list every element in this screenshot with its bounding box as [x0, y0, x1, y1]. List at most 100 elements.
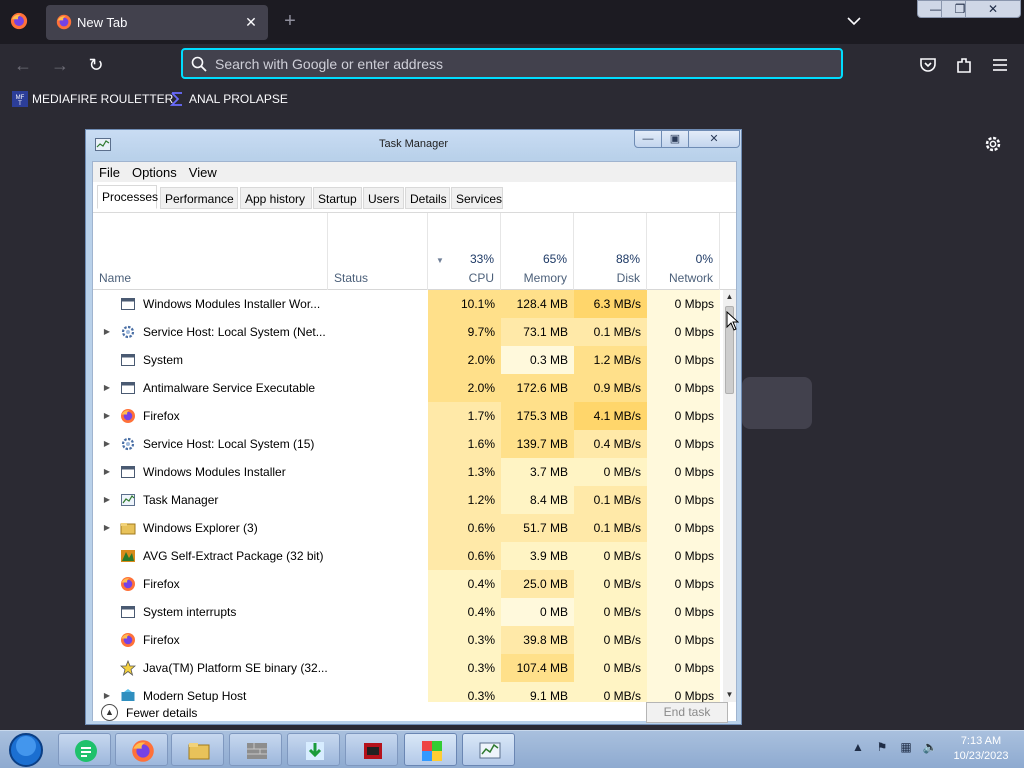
expand-chevron-icon[interactable]: ▶ — [101, 430, 113, 458]
table-row[interactable]: AVG Self-Extract Package (32 bit) 0.6% 3.9… — [93, 542, 723, 570]
taskbar-app-sheets[interactable] — [58, 733, 111, 766]
show-hidden-icons-icon[interactable]: ▲ — [850, 739, 866, 755]
memory-value: 3.7 MB — [501, 458, 574, 486]
expand-chevron-icon[interactable]: ▶ — [101, 458, 113, 486]
tab-startup[interactable]: Startup — [313, 187, 362, 209]
taskbar-app-file-explorer[interactable] — [171, 733, 224, 766]
expand-chevron-icon[interactable]: ▶ — [101, 514, 113, 542]
volume-icon[interactable]: 🔈 — [922, 739, 938, 755]
row-spacer — [101, 654, 113, 682]
taskmanager-icon — [479, 742, 501, 759]
forward-button[interactable]: → — [49, 54, 71, 76]
end-task-button[interactable]: End task — [646, 702, 728, 723]
table-row[interactable]: ▶ Antimalware Service Executable 2.0% 172.6… — [93, 374, 723, 402]
process-name: Antimalware Service Executable — [143, 381, 316, 395]
table-row[interactable]: Firefox 0.3% 39.8 MB 0 MB/s 0 Mbps — [93, 626, 723, 654]
tab-performance[interactable]: Performance — [160, 187, 238, 209]
expand-chevron-icon[interactable]: ▶ — [101, 682, 113, 702]
fewer-details-button[interactable]: ▲ Fewer details — [101, 704, 197, 721]
url-bar[interactable] — [181, 48, 843, 79]
firefox-icon[interactable] — [10, 12, 28, 30]
gear-icon[interactable] — [983, 134, 1003, 154]
table-row[interactable]: Firefox 0.4% 25.0 MB 0 MB/s 0 Mbps — [93, 570, 723, 598]
column-header-name[interactable]: Name — [93, 213, 328, 290]
column-header-cpu[interactable]: ▼ 33% CPU — [428, 213, 501, 290]
table-row[interactable]: Windows Modules Installer Wor... 10.1% 128… — [93, 290, 723, 318]
task-manager-titlebar[interactable]: Task Manager — ▣ ✕ — [86, 130, 741, 158]
process-rows: Windows Modules Installer Wor... 10.1% 128… — [93, 290, 723, 702]
network-value: 0 Mbps — [647, 570, 720, 598]
bookmark-anal-prolapse[interactable]: ANAL PROLAPSE — [169, 89, 288, 109]
tab-details[interactable]: Details — [405, 187, 450, 209]
taskbar-app-brick[interactable] — [229, 733, 282, 766]
table-row[interactable]: ▶ Modern Setup Host 0.3% 9.1 MB 0 MB/s 0 Mbps — [93, 682, 723, 702]
column-header-disk[interactable]: 88% Disk — [574, 213, 647, 290]
column-label: Name — [99, 271, 132, 285]
network-icon[interactable]: ▦ — [898, 739, 914, 755]
column-header-network[interactable]: 0% Network — [647, 213, 720, 290]
folder-icon — [120, 523, 136, 535]
taskbar-app-game[interactable] — [345, 733, 398, 766]
disk-value: 0.4 MB/s — [574, 430, 647, 458]
svg-text:T: T — [18, 101, 22, 107]
network-value: 0 Mbps — [647, 654, 720, 682]
system-clock[interactable]: 7:13 AM 10/23/2023 — [944, 734, 1018, 764]
taskbar-app-colorful[interactable] — [404, 733, 457, 766]
pocket-icon[interactable] — [917, 54, 939, 76]
table-row[interactable]: System 2.0% 0.3 MB 1.2 MB/s 0 Mbps — [93, 346, 723, 374]
tm-close-button[interactable]: ✕ — [688, 130, 740, 148]
extensions-icon[interactable] — [953, 54, 975, 76]
expand-chevron-icon[interactable]: ▶ — [101, 374, 113, 402]
column-header-memory[interactable]: 65% Memory — [501, 213, 574, 290]
menu-view[interactable]: View — [183, 162, 223, 182]
table-row[interactable]: Java(TM) Platform SE binary (32... 0.3% 10… — [93, 654, 723, 682]
start-button-icon[interactable] — [6, 732, 46, 768]
reload-button[interactable]: ↻ — [85, 54, 107, 76]
table-row[interactable]: System interrupts 0.4% 0 MB 0 MB/s 0 Mbps — [93, 598, 723, 626]
vertical-scrollbar[interactable]: ▲ ▼ — [723, 290, 736, 702]
java-icon — [120, 660, 136, 676]
table-row[interactable]: ▶ Service Host: Local System (15) 1.6% 139.… — [93, 430, 723, 458]
table-row[interactable]: ▶ Task Manager 1.2% 8.4 MB 0.1 MB/s 0 Mbps — [93, 486, 723, 514]
url-input[interactable] — [215, 55, 815, 73]
back-button[interactable]: ← — [12, 54, 34, 76]
menu-file[interactable]: File — [93, 162, 126, 182]
hamburger-menu-icon[interactable] — [989, 54, 1011, 76]
tab-users[interactable]: Users — [363, 187, 404, 209]
disk-value: 0 MB/s — [574, 654, 647, 682]
network-value: 0 Mbps — [647, 346, 720, 374]
taskbar: ▲ ⚑ ▦ 🔈 7:13 AM 10/23/2023 — [0, 730, 1024, 768]
column-header-status[interactable]: Status — [328, 213, 428, 290]
expand-chevron-icon[interactable]: ▶ — [101, 402, 113, 430]
action-center-flag-icon[interactable]: ⚑ — [874, 739, 890, 755]
bookmarks-toolbar: MF T MEDIAFIRE ROULETTER ANAL PROLAPSE — [0, 86, 1024, 112]
system-tray: ▲ ⚑ ▦ 🔈 — [850, 739, 938, 755]
tab-app-history[interactable]: App history — [240, 187, 312, 209]
table-row[interactable]: ▶ Windows Modules Installer 1.3% 3.7 MB 0 MB… — [93, 458, 723, 486]
tab-new-tab[interactable]: New Tab ✕ — [46, 5, 268, 40]
table-row[interactable]: ▶ Service Host: Local System (Net... 9.7% 7… — [93, 318, 723, 346]
tab-services[interactable]: Services — [451, 187, 503, 209]
new-tab-button[interactable]: + — [281, 11, 299, 31]
close-window-button[interactable]: ✕ — [965, 0, 1021, 18]
expand-chevron-icon[interactable]: ▶ — [101, 318, 113, 346]
close-tab-icon[interactable]: ✕ — [242, 13, 260, 31]
expand-chevron-icon[interactable]: ▶ — [101, 486, 113, 514]
table-row[interactable]: ▶ Firefox 1.7% 175.3 MB 4.1 MB/s 0 Mbps — [93, 402, 723, 430]
tm-maximize-button[interactable]: ▣ — [661, 130, 689, 148]
tm-minimize-button[interactable]: — — [634, 130, 662, 148]
tab-processes[interactable]: Processes — [97, 185, 158, 209]
window-icon — [121, 606, 135, 618]
disk-value: 0 MB/s — [574, 682, 647, 702]
shortcut-tile[interactable] — [742, 377, 812, 429]
taskbar-app-download[interactable] — [287, 733, 340, 766]
list-all-tabs-icon[interactable] — [845, 12, 863, 30]
scroll-up-icon[interactable]: ▲ — [723, 290, 736, 304]
scroll-down-icon[interactable]: ▼ — [723, 688, 736, 702]
menu-options[interactable]: Options — [126, 162, 183, 182]
taskbar-app-task-manager[interactable] — [462, 733, 515, 766]
bookmark-mediafire-rouletter[interactable]: MF T MEDIAFIRE ROULETTER — [12, 89, 173, 109]
table-row[interactable]: ▶ Windows Explorer (3) 0.6% 51.7 MB 0.1 MB/s… — [93, 514, 723, 542]
brick-app-icon — [247, 743, 267, 759]
taskbar-app-firefox[interactable] — [115, 733, 168, 766]
